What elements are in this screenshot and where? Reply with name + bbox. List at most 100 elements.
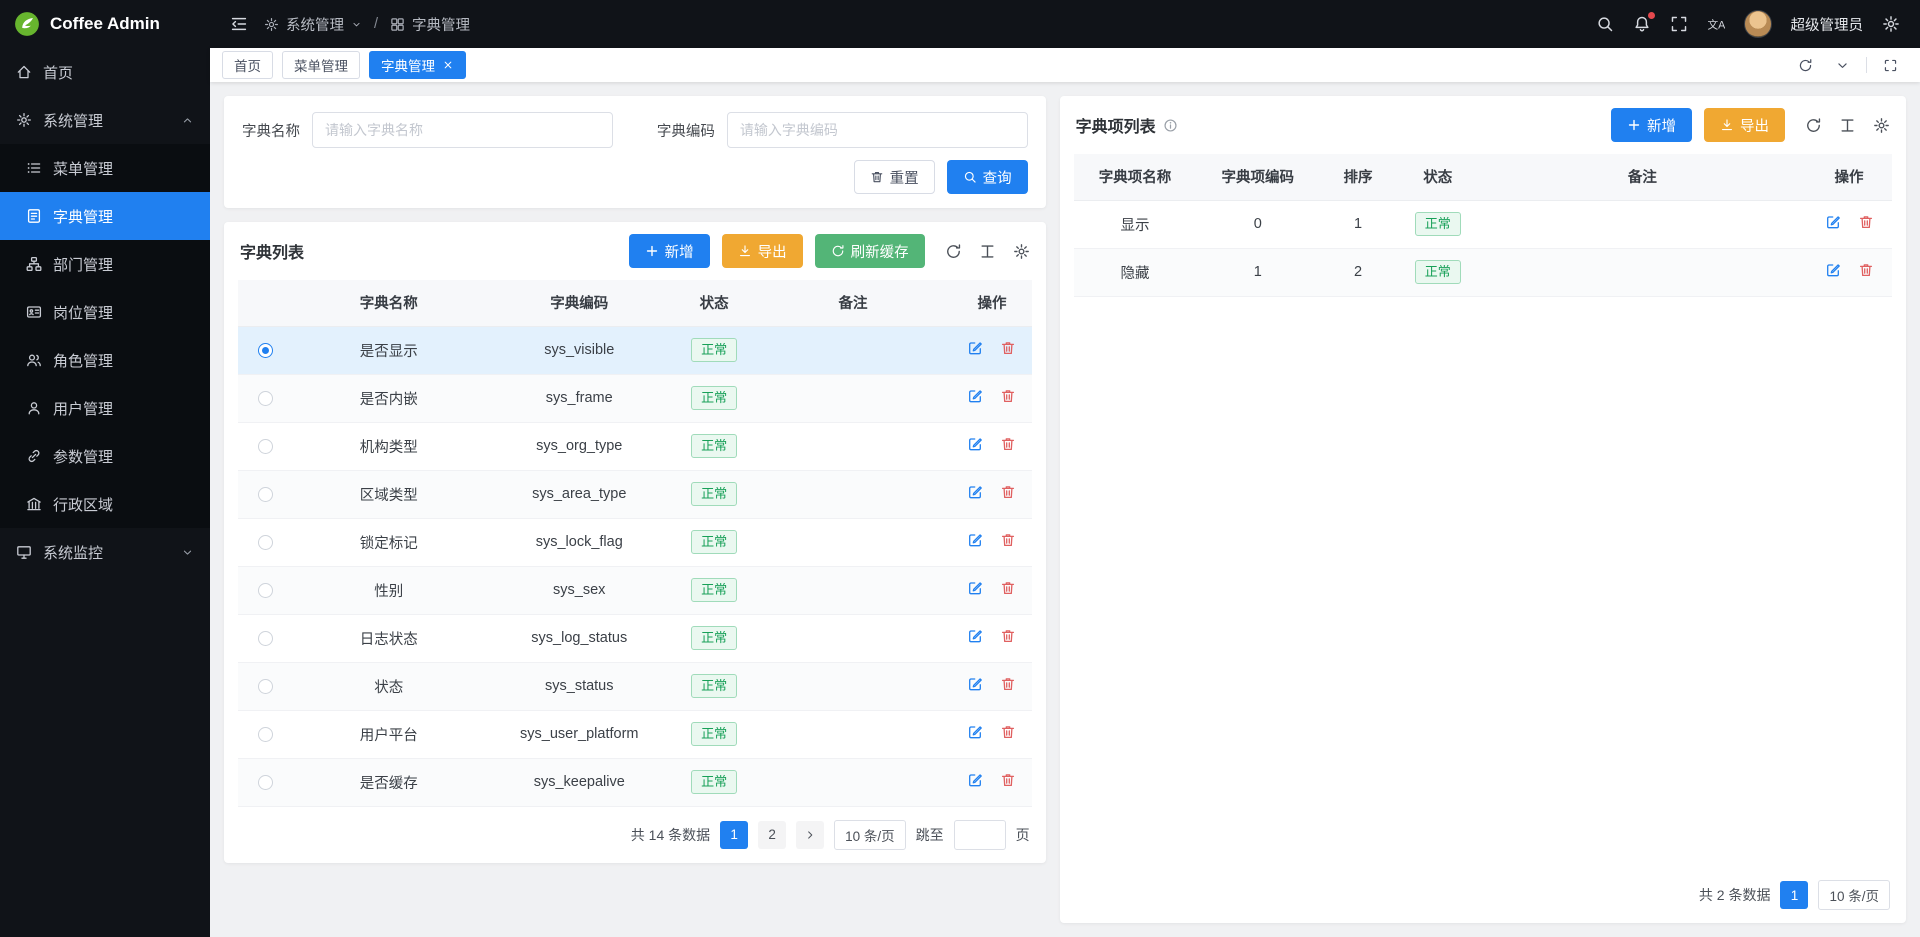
sidebar-item-post-mgmt[interactable]: 岗位管理	[0, 288, 210, 336]
edit-icon[interactable]	[967, 436, 983, 452]
refresh-icon[interactable]	[1788, 58, 1823, 73]
reset-button[interactable]: 重置	[854, 160, 935, 194]
delete-icon[interactable]	[1000, 676, 1016, 692]
gear-icon[interactable]	[1013, 243, 1030, 260]
column-settings-icon[interactable]	[979, 243, 996, 260]
delete-icon[interactable]	[1000, 484, 1016, 500]
tab-dict-mgmt[interactable]: 字典管理	[369, 51, 466, 79]
table-row[interactable]: 是否缓存 sys_keepalive 正常	[238, 758, 1032, 806]
refresh-cache-button[interactable]: 刷新缓存	[815, 234, 925, 268]
add-button[interactable]: 新增	[629, 234, 710, 268]
jump-page-input[interactable]	[954, 820, 1006, 850]
table-row[interactable]: 状态 sys_status 正常	[238, 662, 1032, 710]
username[interactable]: 超级管理员	[1791, 14, 1864, 35]
column-settings-icon[interactable]	[1839, 117, 1856, 134]
edit-icon[interactable]	[967, 532, 983, 548]
delete-icon[interactable]	[1000, 388, 1016, 404]
delete-icon[interactable]	[1000, 724, 1016, 740]
query-button[interactable]: 查询	[947, 160, 1028, 194]
sidebar-group-system[interactable]: 系统管理	[0, 96, 210, 144]
edit-icon[interactable]	[1825, 262, 1841, 278]
edit-icon[interactable]	[1825, 214, 1841, 230]
table-row[interactable]: 隐藏 1 2 正常	[1074, 248, 1892, 296]
translate-icon[interactable]	[1707, 15, 1725, 33]
dict-name-input[interactable]	[312, 112, 613, 148]
row-radio[interactable]	[258, 583, 273, 598]
table-row[interactable]: 日志状态 sys_log_status 正常	[238, 614, 1032, 662]
next-page-button[interactable]	[796, 821, 824, 849]
edit-icon[interactable]	[967, 772, 983, 788]
edit-icon[interactable]	[967, 388, 983, 404]
info-icon[interactable]	[1163, 118, 1178, 133]
sidebar-item-menu-mgmt[interactable]: 菜单管理	[0, 144, 210, 192]
row-radio[interactable]	[258, 439, 273, 454]
table-row[interactable]: 是否显示 sys_visible 正常	[238, 326, 1032, 374]
tab-home[interactable]: 首页	[222, 51, 273, 79]
export-button[interactable]: 导出	[722, 234, 803, 268]
page-size-select[interactable]: 10 条/页	[1818, 880, 1890, 910]
page-2-button[interactable]: 2	[758, 821, 786, 849]
menu-fold-icon[interactable]	[230, 15, 248, 33]
delete-icon[interactable]	[1000, 772, 1016, 788]
chevron-down-icon[interactable]	[1825, 58, 1860, 73]
row-radio[interactable]	[258, 631, 273, 646]
row-radio[interactable]	[258, 343, 273, 358]
fullscreen-icon[interactable]	[1670, 15, 1688, 33]
delete-icon[interactable]	[1858, 262, 1874, 278]
delete-icon[interactable]	[1000, 532, 1016, 548]
avatar[interactable]	[1744, 10, 1772, 38]
sidebar-item-region-mgmt[interactable]: 行政区域	[0, 480, 210, 528]
close-icon[interactable]	[442, 59, 454, 71]
app-logo[interactable]: Coffee Admin	[0, 0, 210, 48]
sidebar-item-user-mgmt[interactable]: 用户管理	[0, 384, 210, 432]
edit-icon[interactable]	[967, 580, 983, 596]
table-row[interactable]: 用户平台 sys_user_platform 正常	[238, 710, 1032, 758]
row-radio[interactable]	[258, 727, 273, 742]
gear-icon[interactable]	[1873, 117, 1890, 134]
edit-icon[interactable]	[967, 724, 983, 740]
delete-icon[interactable]	[1000, 340, 1016, 356]
table-row[interactable]: 锁定标记 sys_lock_flag 正常	[238, 518, 1032, 566]
notification-bell-icon[interactable]	[1633, 15, 1651, 33]
table-row[interactable]: 区域类型 sys_area_type 正常	[238, 470, 1032, 518]
page-1-button[interactable]: 1	[1780, 881, 1808, 909]
page-1-button[interactable]: 1	[720, 821, 748, 849]
search-icon[interactable]	[1596, 15, 1614, 33]
dict-item-pagination: 共 2 条数据 1 10 条/页	[1060, 867, 1906, 923]
sidebar-item-dict-mgmt[interactable]: 字典管理	[0, 192, 210, 240]
delete-icon[interactable]	[1858, 214, 1874, 230]
dict-code-input[interactable]	[727, 112, 1028, 148]
edit-icon[interactable]	[967, 676, 983, 692]
delete-icon[interactable]	[1000, 580, 1016, 596]
table-row[interactable]: 显示 0 1 正常	[1074, 200, 1892, 248]
export-items-button[interactable]: 导出	[1704, 108, 1785, 142]
jump-label: 跳至	[916, 825, 944, 845]
sidebar-item-dept-mgmt[interactable]: 部门管理	[0, 240, 210, 288]
row-radio[interactable]	[258, 391, 273, 406]
page-size-select[interactable]: 10 条/页	[834, 820, 906, 850]
sidebar-item-role-mgmt[interactable]: 角色管理	[0, 336, 210, 384]
row-radio[interactable]	[258, 487, 273, 502]
table-row[interactable]: 是否内嵌 sys_frame 正常	[238, 374, 1032, 422]
settings-gear-icon[interactable]	[1882, 15, 1900, 33]
expand-icon[interactable]	[1873, 58, 1908, 73]
row-radio[interactable]	[258, 679, 273, 694]
delete-icon[interactable]	[1000, 436, 1016, 452]
row-radio[interactable]	[258, 775, 273, 790]
add-item-button[interactable]: 新增	[1611, 108, 1692, 142]
tab-menu-mgmt[interactable]: 菜单管理	[282, 51, 360, 79]
table-row[interactable]: 性别 sys_sex 正常	[238, 566, 1032, 614]
edit-icon[interactable]	[967, 340, 983, 356]
chevron-up-icon	[181, 114, 194, 127]
sidebar-group-monitor[interactable]: 系统监控	[0, 528, 210, 576]
edit-icon[interactable]	[967, 628, 983, 644]
delete-icon[interactable]	[1000, 628, 1016, 644]
sidebar-item-param-mgmt[interactable]: 参数管理	[0, 432, 210, 480]
sidebar-item-home[interactable]: 首页	[0, 48, 210, 96]
refresh-icon[interactable]	[1805, 117, 1822, 134]
edit-icon[interactable]	[967, 484, 983, 500]
row-radio[interactable]	[258, 535, 273, 550]
refresh-icon[interactable]	[945, 243, 962, 260]
table-row[interactable]: 机构类型 sys_org_type 正常	[238, 422, 1032, 470]
breadcrumb-level1[interactable]: 系统管理	[286, 14, 344, 35]
